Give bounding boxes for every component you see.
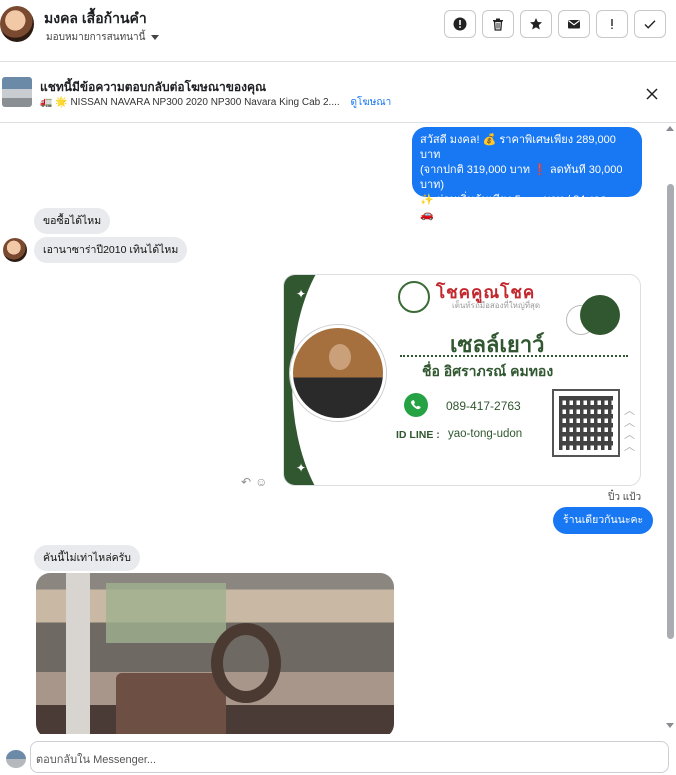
star-icon (530, 18, 542, 30)
scroll-thumb[interactable] (667, 184, 674, 639)
delete-button[interactable] (482, 10, 514, 38)
promo-line: ✨ ผ่อนเริ่มต้นเพียง 5,xxx บาท / 84 งวด (420, 194, 608, 206)
ad-reply-banner: แชทนี้มีข้อความตอบกลับต่อโฆษณาของคุณ 🚛 🌟… (0, 63, 676, 123)
decor-circle-filled (580, 295, 620, 335)
outgoing-message: ร้านเดียวกันนะคะ (553, 507, 654, 534)
card-full-name: ชื่อ อิศราภรณ์ คมทอง (422, 363, 554, 379)
incoming-message: คันนี้ไม่เท่าไหล่ครับ (34, 545, 140, 571)
exclamation-icon (611, 19, 613, 29)
conversation-header: มงคล เสื้อก้านคำ มอบหมายการสนทนานี้ (0, 0, 676, 62)
contact-avatar-small (3, 238, 27, 262)
photo-seat (116, 673, 226, 734)
reply-icon[interactable]: ↶ (241, 475, 251, 489)
spam-button[interactable] (596, 10, 628, 38)
promo-line: (จากปกติ 319,000 บาท ❗ ลดทันที 30,000 บา… (420, 164, 623, 191)
message-reactions: ↶ ☺ (241, 475, 267, 489)
photo-steering-wheel (211, 623, 281, 703)
close-icon (646, 88, 658, 100)
qr-code (552, 389, 620, 457)
view-ad-link[interactable]: ดูโฆษณา (350, 97, 391, 108)
thread-scrollbar[interactable] (664, 124, 676, 734)
chevron-down-icon (151, 35, 160, 40)
face-shape (329, 344, 351, 370)
phone-icon (404, 393, 428, 417)
contact-name[interactable]: มงคล เสื้อก้านคำ (44, 8, 147, 30)
ad-description: 🚛 🌟 NISSAN NAVARA NP300 2020 NP300 Navar… (40, 95, 391, 110)
contact-avatar[interactable] (0, 6, 34, 42)
close-banner-button[interactable] (642, 84, 662, 104)
promo-line: 🚗 V091 - NP300 Navara King Cab 2.5 E MT (420, 209, 622, 236)
business-card-image[interactable]: ✦ ✦ โชคคูณโชค เต็นท์รถมือสองที่ใหญ่ที่สุ… (283, 274, 641, 486)
report-icon (453, 17, 467, 31)
ad-description-text: 🚛 🌟 NISSAN NAVARA NP300 2020 NP300 Navar… (40, 97, 340, 108)
brand-logo (398, 281, 430, 313)
promo-message-bubble: สวัสดี มงคล! 💰 ราคาพิเศษเพียง 289,000 บา… (412, 127, 642, 236)
sender-label: ปิ๋ว แป้ว (608, 492, 642, 503)
reply-input[interactable] (36, 750, 636, 770)
star-button[interactable] (520, 10, 552, 38)
sparkle-icon: ✦ (296, 461, 307, 475)
card-divider (400, 355, 628, 357)
message-composer (0, 734, 676, 775)
scroll-down-icon[interactable] (666, 723, 674, 728)
message-thread[interactable]: สวัสดี มงคล! 💰 ราคาพิเศษเพียง 289,000 บา… (0, 124, 664, 734)
assign-label: มอบหมายการสนทนานี้ (46, 32, 146, 43)
photo-pillar (66, 573, 90, 734)
sparkle-icon: ✦ (296, 287, 307, 301)
mark-unread-button[interactable] (558, 10, 590, 38)
chevron-decor-icon: ︿ ︿ ︿ ︿ (624, 405, 635, 453)
car-interior-photo[interactable] (36, 573, 394, 734)
card-tagline: เต็นท์รถมือสองที่ใหญ่ที่สุด (452, 301, 541, 310)
scroll-up-icon[interactable] (666, 126, 674, 131)
qr-pattern (559, 396, 613, 450)
mark-done-button[interactable] (634, 10, 666, 38)
incoming-message: เอานาซาร่าปี2010 เทินได้ไหม (34, 237, 188, 263)
card-phone: 089-417-2763 (446, 399, 521, 413)
card-id-value: yao-tong-udon (448, 428, 523, 440)
check-icon (644, 20, 656, 29)
assign-conversation-dropdown[interactable]: มอบหมายการสนทนานี้ (46, 30, 160, 45)
trash-icon (493, 18, 503, 31)
report-button[interactable] (444, 10, 476, 38)
promo-line: สวัสดี มงคล! 💰 ราคาพิเศษเพียง 289,000 บา… (420, 134, 616, 161)
emoji-icon[interactable]: ☺ (255, 475, 267, 489)
ad-thumbnail (2, 77, 32, 107)
incoming-message: ขอซื้อได้ไหม (34, 208, 111, 234)
messenger-conversation-window: มงคล เสื้อก้านคำ มอบหมายการสนทนานี้ แชทน… (0, 0, 676, 775)
salesperson-photo (290, 325, 386, 421)
card-id-label: ID LINE : (396, 429, 440, 441)
header-actions (444, 10, 666, 38)
mail-icon (568, 20, 580, 29)
page-avatar (6, 750, 26, 768)
photo-window (106, 583, 226, 643)
